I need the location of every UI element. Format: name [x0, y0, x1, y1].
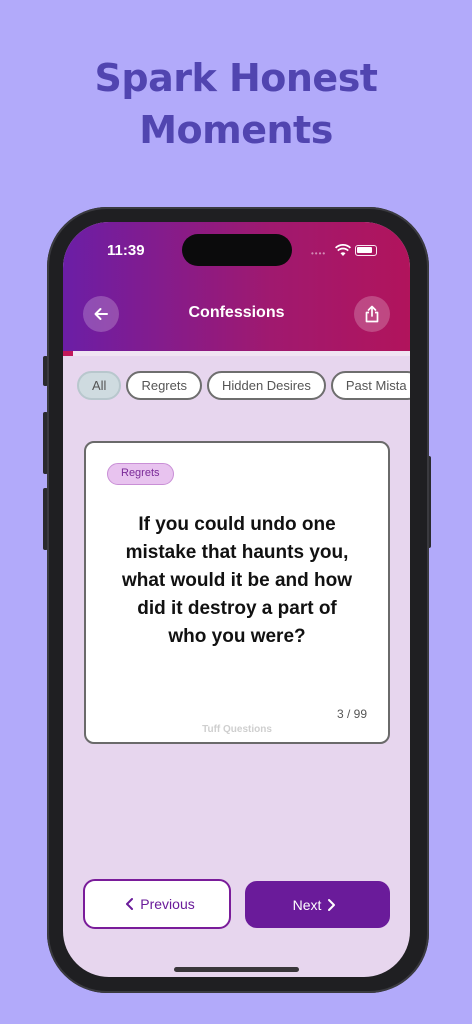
next-button[interactable]: Next [245, 881, 390, 928]
question-progress-bar [63, 351, 410, 356]
arrow-left-icon [94, 308, 108, 320]
category-filter-bar[interactable]: All Regrets Hidden Desires Past Mista [77, 371, 410, 401]
battery-icon [355, 245, 377, 256]
chevron-left-icon [126, 898, 134, 910]
card-watermark: Tuff Questions [202, 724, 272, 735]
promo-headline-line2: Moments [139, 108, 333, 152]
share-button[interactable] [354, 296, 390, 332]
promo-headline: Spark Honest Moments [0, 52, 472, 156]
category-chip[interactable]: Regrets [126, 371, 202, 400]
previous-button[interactable]: Previous [83, 879, 231, 929]
back-button[interactable] [83, 296, 119, 332]
category-chip[interactable]: Hidden Desires [206, 371, 326, 400]
question-progress-fill [63, 351, 74, 356]
status-time: 11:39 [107, 242, 145, 259]
wifi-icon [335, 244, 351, 256]
card-counter: 3 / 99 [336, 707, 367, 721]
app-header: 11:39 •••• Confessions [63, 222, 410, 353]
screen-title: Confessions [188, 304, 285, 321]
card-category-tag: Regrets [107, 463, 174, 485]
status-icons: •••• [311, 244, 381, 258]
dynamic-island [182, 234, 292, 266]
share-icon [365, 305, 379, 323]
phone-screen: 11:39 •••• Confessions All Regrets Hidde… [63, 222, 410, 977]
home-indicator[interactable] [174, 967, 299, 972]
next-button-label: Next [292, 896, 322, 913]
previous-button-label: Previous [140, 896, 195, 912]
question-card[interactable]: Regrets If you could undo one mistake th… [84, 441, 390, 744]
card-question-text: If you could undo one mistake that haunt… [121, 514, 353, 647]
category-chip[interactable]: All [77, 371, 122, 400]
chevron-right-icon [328, 898, 336, 911]
cellular-dots-icon: •••• [311, 249, 327, 258]
category-chip[interactable]: Past Mista [330, 371, 410, 400]
promo-headline-line1: Spark Honest [94, 56, 378, 100]
